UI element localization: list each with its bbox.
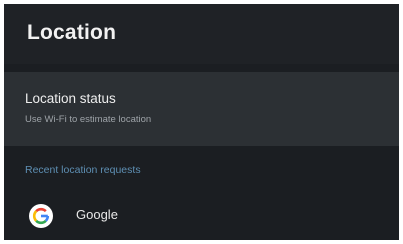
header: Location — [4, 4, 399, 64]
location-status-title: Location status — [25, 91, 116, 106]
location-status-subtitle: Use Wi-Fi to estimate location — [25, 114, 152, 125]
page-title: Location — [27, 21, 117, 44]
app-name: Google — [76, 207, 118, 222]
app-item-google[interactable]: Google — [4, 196, 399, 238]
location-status-item[interactable]: Location status Use Wi-Fi to estimate lo… — [4, 72, 399, 146]
google-g-icon — [29, 204, 53, 228]
location-screen: Location Location status Use Wi-Fi to es… — [4, 4, 399, 240]
recent-requests-header: Recent location requests — [25, 164, 141, 176]
